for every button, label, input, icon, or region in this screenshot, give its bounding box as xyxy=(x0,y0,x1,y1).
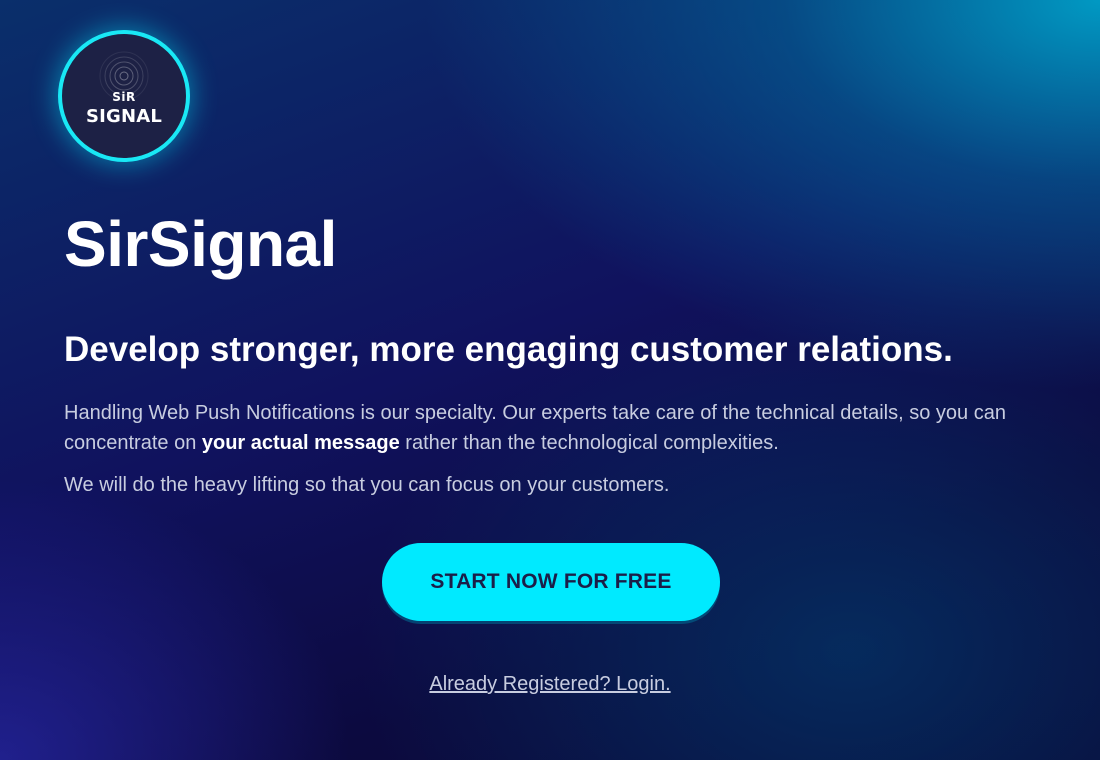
hero-headline: Develop stronger, more engaging customer… xyxy=(64,330,953,369)
page-title: SirSignal xyxy=(64,208,337,280)
hero-subtext: We will do the heavy lifting so that you… xyxy=(64,474,670,496)
hero-description: Handling Web Push Notifications is our s… xyxy=(64,398,1054,458)
logo-text-top: SiR xyxy=(112,90,136,104)
description-text-end: rather than the technological complexiti… xyxy=(399,432,779,454)
description-emphasis: your actual message xyxy=(201,432,400,454)
login-link-container: Already Registered? Login. xyxy=(0,670,1100,698)
start-now-button[interactable]: START NOW FOR FREE xyxy=(382,543,720,621)
landing-page: SiR SIGNAL SirSignal Develop stronger, m… xyxy=(0,0,1100,760)
login-link[interactable]: Already Registered? Login. xyxy=(429,673,670,695)
sirsignal-logo: SiR SIGNAL xyxy=(62,34,186,158)
logo-text-bottom: SIGNAL xyxy=(85,106,163,127)
